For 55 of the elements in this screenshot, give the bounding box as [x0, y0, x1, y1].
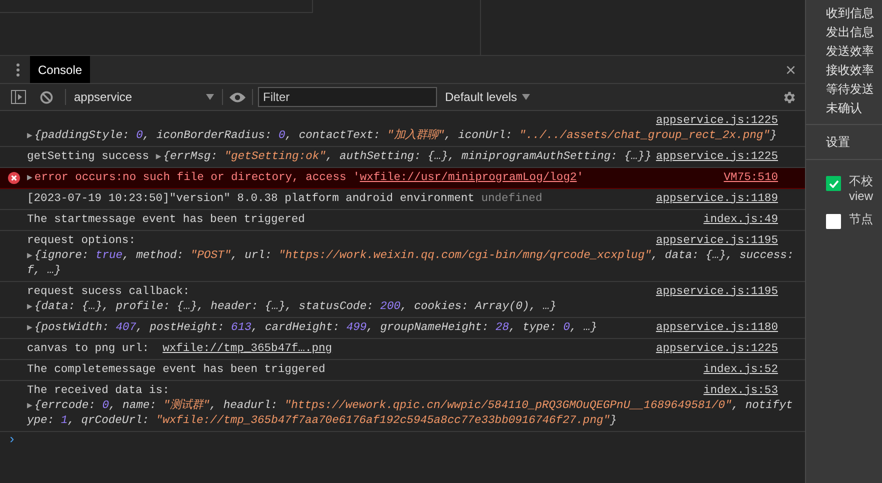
log-message: ▶ {postWidth: 407, postHeight: 613, cardHeight: 499, groupNameHeight: 28, type: 0, …}	[27, 320, 598, 336]
eye-icon[interactable]	[229, 92, 246, 102]
stat-label: 等待发送	[826, 81, 875, 98]
log-message: The completemessage event has been triggered	[27, 362, 326, 378]
source-link[interactable]: index.js:49	[703, 212, 778, 228]
stat-label: 未确认	[826, 100, 863, 117]
log-message: ▶ {ignore: true, method: "POST", url: "https://work.weixin.qq.com/cgi-bin/mng/qrcode_xcxplug", data: {…}, success:	[27, 248, 791, 264]
log-message: getSetting success ▶ {errMsg: "getSetting:ok", authSetting: {…}, miniprogramAuthSetting: {…}}	[27, 150, 652, 164]
source-link[interactable]: appservice.js:1225	[656, 150, 778, 164]
settings-icon[interactable]	[782, 90, 797, 104]
log-message: ▶ {paddingStyle: 0, iconBorderRadius: 0, contactText: "加入群聊", iconUrl: "../../assets/chat_group_rect_2x.png"}	[27, 128, 778, 144]
log-message: [2023-07-19 10:23:50]"version" 8.0.38 platform android environment undefined	[27, 192, 542, 206]
option-label: 不校 view	[849, 174, 874, 204]
close-button[interactable]: ×	[785, 60, 796, 78]
context-dropdown[interactable]: appservice	[74, 88, 214, 106]
log-message: ▶ error occurs:no such file or directory, access 'wxfile://usr/miniprogramLog/log2'	[27, 170, 584, 186]
check-icon	[828, 180, 838, 188]
filter-field[interactable]: Filter	[258, 87, 437, 107]
stat-label: 接收效率	[826, 62, 875, 79]
settings-title: 设置	[826, 135, 850, 149]
log-message: ▶ {data: {…}, profile: {…}, header: {…}, statusCode: 200, cookies: Array(0), …}	[27, 300, 558, 314]
log-message: request options:	[27, 234, 136, 248]
source-link[interactable]: index.js:53	[703, 384, 778, 398]
log-message: ype: 1, qrCodeUrl: "wxfile://tmp_365b47f7aa70e6176af192c5945a8cc77e33bb0916746f27.png"}	[27, 414, 618, 428]
source-link[interactable]: appservice.js:1195	[656, 234, 778, 248]
stat-label: 收到信息	[826, 5, 875, 22]
option-label: 节点	[849, 212, 873, 227]
log-message: request sucess callback:	[27, 284, 190, 300]
source-link[interactable]: VM75:510	[724, 170, 778, 186]
source-link[interactable]: appservice.js:1180	[656, 320, 778, 336]
stat-label: 发送效率	[826, 43, 875, 60]
log-message: f, …}	[27, 264, 62, 278]
sidebar-toggle-icon[interactable]	[11, 90, 26, 104]
log-message: ▶ {errcode: 0, name: "测试群", headurl: "https://wework.qpic.cn/wwpic/584110_pRQ3GMOuQEGPnU__1689649581/0", notifyt	[27, 398, 791, 414]
more-options-icon[interactable]	[16, 62, 20, 76]
source-link[interactable]: appservice.js:1225	[656, 114, 778, 128]
checkbox[interactable]	[826, 214, 841, 229]
file-link[interactable]: wxfile://tmp_365b47f….png	[162, 342, 332, 354]
console-tab[interactable]: Console	[30, 56, 90, 83]
source-link[interactable]: appservice.js:1225	[656, 342, 778, 356]
caret-icon	[522, 94, 530, 100]
clear-console-icon[interactable]	[40, 90, 53, 104]
console-prompt[interactable]: ›	[0, 432, 805, 447]
source-link[interactable]: appservice.js:1189	[656, 192, 778, 206]
caret-icon	[206, 94, 214, 100]
log-message: canvas to png url: wxfile://tmp_365b47f….png	[27, 342, 332, 356]
log-message: The received data is:	[27, 384, 170, 398]
source-link[interactable]: appservice.js:1195	[656, 284, 778, 300]
source-link[interactable]: index.js:52	[703, 362, 778, 378]
error-icon	[8, 172, 20, 184]
checkbox[interactable]	[826, 176, 841, 191]
stat-label: 发出信息	[826, 24, 875, 41]
log-levels-dropdown[interactable]: Default levels	[445, 88, 530, 106]
log-message: The startmessage event has been triggered	[27, 212, 305, 228]
file-link[interactable]: wxfile://usr/miniprogramLog/log2	[360, 172, 577, 184]
